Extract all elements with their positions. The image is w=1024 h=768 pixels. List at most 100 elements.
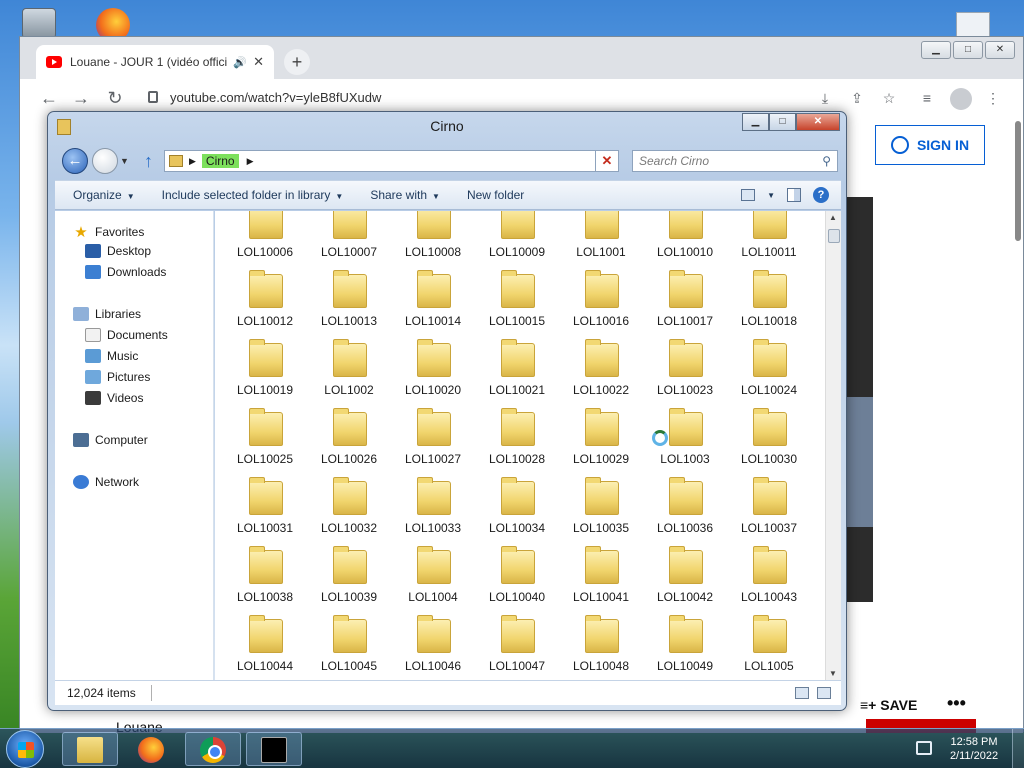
folder-item[interactable]: LOL10008: [391, 211, 475, 274]
lock-icon[interactable]: [148, 91, 158, 103]
folder-item[interactable]: LOL10009: [475, 211, 559, 274]
nav-libraries[interactable]: Libraries: [73, 307, 141, 321]
file-list-scrollbar[interactable]: ▲ ▼: [825, 211, 841, 680]
maximize-button[interactable]: □: [769, 113, 796, 131]
folder-item[interactable]: LOL10034: [475, 477, 559, 550]
close-button[interactable]: ✕: [796, 113, 840, 131]
browser-tab[interactable]: Louane - JOUR 1 (vidéo officielle) 🔊 ✕: [36, 45, 274, 79]
taskbar-chrome[interactable]: [185, 732, 241, 766]
folder-item[interactable]: LOL10046: [391, 615, 475, 680]
folder-item[interactable]: LOL10014: [391, 270, 475, 343]
start-button[interactable]: [6, 730, 44, 768]
folder-item[interactable]: LOL10033: [391, 477, 475, 550]
folder-item[interactable]: LOL10040: [475, 546, 559, 619]
url-field[interactable]: youtube.com/watch?v=yleB8fUXudw: [170, 90, 381, 105]
folder-item[interactable]: LOL10041: [559, 546, 643, 619]
scroll-up-icon[interactable]: ▲: [829, 213, 837, 222]
search-input[interactable]: Search Cirno ⚲: [632, 150, 838, 172]
stop-button[interactable]: ✕: [595, 150, 619, 172]
folder-item[interactable]: LOL10030: [727, 408, 811, 481]
folder-item[interactable]: LOL10013: [307, 270, 391, 343]
breadcrumb-item[interactable]: Cirno: [201, 154, 239, 168]
show-desktop-button[interactable]: [1012, 729, 1024, 768]
nav-documents[interactable]: Documents: [85, 328, 168, 342]
folder-item[interactable]: LOL10006: [223, 211, 307, 274]
folder-item[interactable]: LOL10012: [223, 270, 307, 343]
back-button[interactable]: ←: [62, 148, 88, 174]
menu-kebab-icon[interactable]: ⋮: [984, 89, 1002, 107]
nav-downloads[interactable]: Downloads: [85, 265, 166, 279]
folder-item[interactable]: LOL10045: [307, 615, 391, 680]
folder-item[interactable]: LOL10021: [475, 339, 559, 412]
save-button[interactable]: ≡+ SAVE: [860, 697, 917, 713]
folder-item[interactable]: LOL10022: [559, 339, 643, 412]
folder-item[interactable]: LOL10048: [559, 615, 643, 680]
breadcrumb-chevron-icon[interactable]: ▶: [189, 156, 196, 167]
page-scrollbar[interactable]: [1015, 121, 1021, 241]
minimize-button[interactable]: ▁: [742, 113, 769, 131]
folder-item[interactable]: LOL10027: [391, 408, 475, 481]
nav-desktop[interactable]: Desktop: [85, 244, 151, 258]
folder-item[interactable]: LOL10039: [307, 546, 391, 619]
view-dropdown-icon[interactable]: ▼: [767, 191, 775, 200]
folder-item[interactable]: LOL10019: [223, 339, 307, 412]
nav-pictures[interactable]: Pictures: [85, 370, 150, 384]
breadcrumb-chevron-icon[interactable]: ▶: [247, 156, 254, 167]
minimize-button[interactable]: ▁: [921, 41, 951, 59]
folder-item[interactable]: LOL10018: [727, 270, 811, 343]
folder-item[interactable]: LOL10026: [307, 408, 391, 481]
nav-computer[interactable]: Computer: [73, 433, 148, 447]
address-bar[interactable]: ▶ Cirno ▶ ▼: [164, 150, 619, 172]
folder-item[interactable]: LOL10011: [727, 211, 811, 274]
media-control-icon[interactable]: ≡: [918, 89, 936, 107]
search-icon[interactable]: ⚲: [822, 154, 831, 168]
folder-item[interactable]: LOL10029: [559, 408, 643, 481]
folder-item[interactable]: LOL10032: [307, 477, 391, 550]
share-with-button[interactable]: Share with ▼: [352, 188, 449, 202]
folder-item[interactable]: LOL10025: [223, 408, 307, 481]
network-tray-icon[interactable]: [916, 741, 932, 755]
taskbar-explorer[interactable]: [62, 732, 118, 766]
folder-item[interactable]: LOL10031: [223, 477, 307, 550]
taskbar-cmd[interactable]: [246, 732, 302, 766]
folder-item[interactable]: LOL10044: [223, 615, 307, 680]
back-icon[interactable]: ←: [38, 87, 60, 109]
up-arrow-icon[interactable]: ↑: [144, 151, 153, 172]
change-view-icon[interactable]: [741, 189, 756, 201]
folder-item[interactable]: LOL10035: [559, 477, 643, 550]
folder-item[interactable]: LOL1005: [727, 615, 811, 680]
profile-avatar[interactable]: [950, 88, 972, 110]
folder-item[interactable]: LOL10016: [559, 270, 643, 343]
clock[interactable]: 12:58 PM 2/11/2022: [944, 735, 1004, 763]
folder-item[interactable]: LOL10043: [727, 546, 811, 619]
folder-item[interactable]: LOL10007: [307, 211, 391, 274]
folder-item[interactable]: LOL10038: [223, 546, 307, 619]
forward-icon[interactable]: →: [70, 87, 92, 109]
scroll-down-icon[interactable]: ▼: [829, 669, 837, 678]
bookmark-star-icon[interactable]: ☆: [880, 89, 898, 107]
folder-item[interactable]: LOL10037: [727, 477, 811, 550]
maximize-button[interactable]: □: [953, 41, 983, 59]
preview-pane-icon[interactable]: [787, 188, 801, 202]
folder-item[interactable]: LOL1001: [559, 211, 643, 274]
folder-item[interactable]: LOL10028: [475, 408, 559, 481]
more-actions-button[interactable]: •••: [947, 693, 966, 714]
help-icon[interactable]: ?: [813, 187, 829, 203]
folder-item[interactable]: LOL10042: [643, 546, 727, 619]
folder-item[interactable]: LOL10017: [643, 270, 727, 343]
folder-item[interactable]: LOL10049: [643, 615, 727, 680]
details-view-icon[interactable]: [795, 687, 809, 699]
folder-item[interactable]: LOL10010: [643, 211, 727, 274]
folder-item[interactable]: LOL10047: [475, 615, 559, 680]
folder-item[interactable]: LOL10015: [475, 270, 559, 343]
large-icons-view-icon[interactable]: [817, 687, 831, 699]
reload-icon[interactable]: ↻: [104, 87, 126, 109]
nav-music[interactable]: Music: [85, 349, 138, 363]
nav-favorites[interactable]: ★ Favorites: [73, 223, 144, 241]
nav-videos[interactable]: Videos: [85, 391, 143, 405]
recent-pages-dropdown-icon[interactable]: ▼: [120, 156, 129, 166]
install-icon[interactable]: ⤓: [816, 89, 834, 107]
scroll-thumb[interactable]: [828, 229, 840, 243]
folder-item[interactable]: LOL1002: [307, 339, 391, 412]
include-in-library-button[interactable]: Include selected folder in library ▼: [144, 188, 353, 202]
